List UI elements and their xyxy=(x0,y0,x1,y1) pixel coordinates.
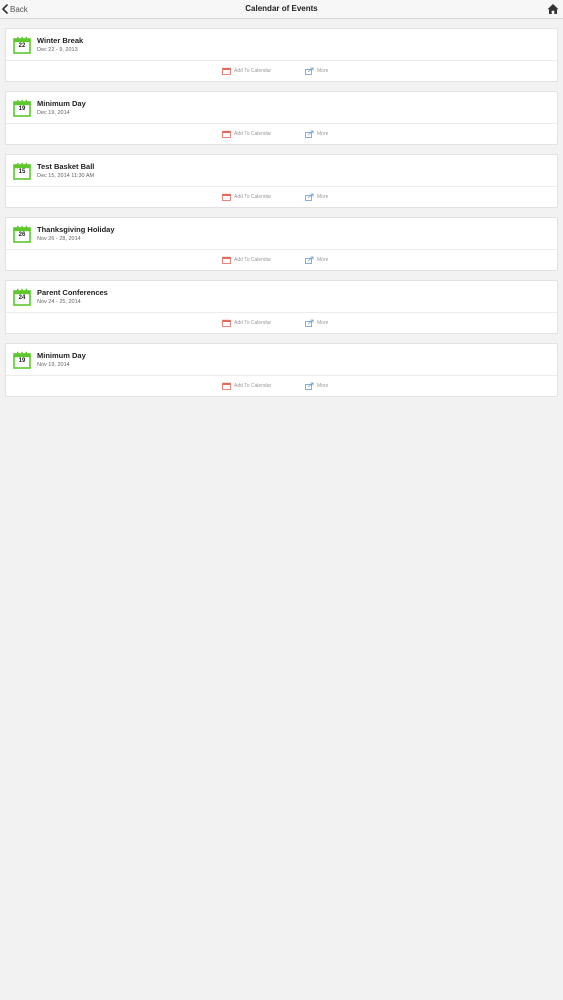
add-to-calendar-button[interactable]: Add To Calendar xyxy=(222,130,271,138)
calendar-day-number: 19 xyxy=(18,106,26,112)
event-card[interactable]: 24 Parent Conferences Nov 24 - 25, 2014 … xyxy=(5,280,558,334)
more-label: More xyxy=(317,320,329,326)
add-to-calendar-label: Add To Calendar xyxy=(234,194,272,200)
event-date: Dec 19, 2014 xyxy=(37,110,70,116)
add-to-calendar-button[interactable]: Add To Calendar xyxy=(222,382,271,390)
event-date: Dec 22 - 9, 2013 xyxy=(37,47,78,53)
event-title: Parent Conferences xyxy=(37,288,108,297)
more-button[interactable]: More xyxy=(305,382,328,390)
event-summary[interactable]: 15 Test Basket Ball Dec 15, 2014 11:30 A… xyxy=(6,155,557,188)
event-card[interactable]: 15 Test Basket Ball Dec 15, 2014 11:30 A… xyxy=(5,154,558,208)
more-button[interactable]: More xyxy=(305,130,328,138)
event-summary[interactable]: 22 Winter Break Dec 22 - 9, 2013 xyxy=(6,29,557,62)
home-icon xyxy=(547,4,559,14)
calendar-icon: 22 xyxy=(13,36,31,54)
share-icon xyxy=(305,67,314,75)
event-summary[interactable]: 19 Minimum Day Dec 19, 2014 xyxy=(6,92,557,125)
top-navigation-bar: Back Calendar of Events xyxy=(0,0,563,19)
share-icon xyxy=(305,382,314,390)
more-label: More xyxy=(317,257,329,263)
calendar-icon: 19 xyxy=(13,99,31,117)
calendar-add-icon xyxy=(222,193,231,201)
event-date: Nov 24 - 25, 2014 xyxy=(37,299,81,305)
event-actions: Add To Calendar More xyxy=(6,249,557,270)
share-icon xyxy=(305,319,314,327)
share-icon xyxy=(305,193,314,201)
calendar-icon: 26 xyxy=(13,225,31,243)
event-actions: Add To Calendar More xyxy=(6,60,557,81)
home-button[interactable] xyxy=(547,3,559,15)
more-button[interactable]: More xyxy=(305,256,328,264)
add-to-calendar-button[interactable]: Add To Calendar xyxy=(222,256,271,264)
share-icon xyxy=(305,256,314,264)
add-to-calendar-button[interactable]: Add To Calendar xyxy=(222,193,271,201)
more-button[interactable]: More xyxy=(305,67,328,75)
add-to-calendar-label: Add To Calendar xyxy=(234,320,272,326)
add-to-calendar-label: Add To Calendar xyxy=(234,257,272,263)
page-title: Calendar of Events xyxy=(245,4,318,13)
add-to-calendar-label: Add To Calendar xyxy=(234,383,272,389)
share-icon xyxy=(305,130,314,138)
more-label: More xyxy=(317,68,329,74)
event-title: Thanksgiving Holiday xyxy=(37,225,115,234)
event-summary[interactable]: 26 Thanksgiving Holiday Nov 26 - 28, 201… xyxy=(6,218,557,251)
event-title: Minimum Day xyxy=(37,99,86,108)
event-date: Nov 26 - 28, 2014 xyxy=(37,236,81,242)
event-actions: Add To Calendar More xyxy=(6,123,557,144)
event-actions: Add To Calendar More xyxy=(6,375,557,396)
add-to-calendar-button[interactable]: Add To Calendar xyxy=(222,319,271,327)
add-to-calendar-label: Add To Calendar xyxy=(234,68,272,74)
more-button[interactable]: More xyxy=(305,319,328,327)
event-card[interactable]: 26 Thanksgiving Holiday Nov 26 - 28, 201… xyxy=(5,217,558,271)
calendar-add-icon xyxy=(222,382,231,390)
calendar-icon: 24 xyxy=(13,288,31,306)
event-title: Minimum Day xyxy=(37,351,86,360)
calendar-icon: 19 xyxy=(13,351,31,369)
more-button[interactable]: More xyxy=(305,193,328,201)
calendar-add-icon xyxy=(222,130,231,138)
event-title: Test Basket Ball xyxy=(37,162,95,171)
calendar-day-number: 19 xyxy=(18,358,26,364)
calendar-day-number: 26 xyxy=(18,232,26,238)
more-label: More xyxy=(317,194,329,200)
calendar-add-icon xyxy=(222,319,231,327)
event-card[interactable]: 22 Winter Break Dec 22 - 9, 2013 Add To … xyxy=(5,28,558,82)
more-label: More xyxy=(317,383,329,389)
event-title: Winter Break xyxy=(37,36,84,45)
event-actions: Add To Calendar More xyxy=(6,186,557,207)
event-card[interactable]: 19 Minimum Day Nov 19, 2014 Add To Calen… xyxy=(5,343,558,397)
more-label: More xyxy=(317,131,329,137)
calendar-day-number: 22 xyxy=(18,43,26,49)
event-card[interactable]: 19 Minimum Day Dec 19, 2014 Add To Calen… xyxy=(5,91,558,145)
event-list: 22 Winter Break Dec 22 - 9, 2013 Add To … xyxy=(5,28,558,406)
calendar-icon: 15 xyxy=(13,162,31,180)
event-date: Dec 15, 2014 11:30 AM xyxy=(37,173,95,179)
event-date: Nov 19, 2014 xyxy=(37,362,70,368)
calendar-day-number: 24 xyxy=(18,295,26,301)
calendar-day-number: 15 xyxy=(18,169,26,175)
calendar-add-icon xyxy=(222,256,231,264)
add-to-calendar-label: Add To Calendar xyxy=(234,131,272,137)
event-summary[interactable]: 19 Minimum Day Nov 19, 2014 xyxy=(6,344,557,377)
event-actions: Add To Calendar More xyxy=(6,312,557,333)
event-summary[interactable]: 24 Parent Conferences Nov 24 - 25, 2014 xyxy=(6,281,557,314)
add-to-calendar-button[interactable]: Add To Calendar xyxy=(222,67,271,75)
calendar-add-icon xyxy=(222,67,231,75)
